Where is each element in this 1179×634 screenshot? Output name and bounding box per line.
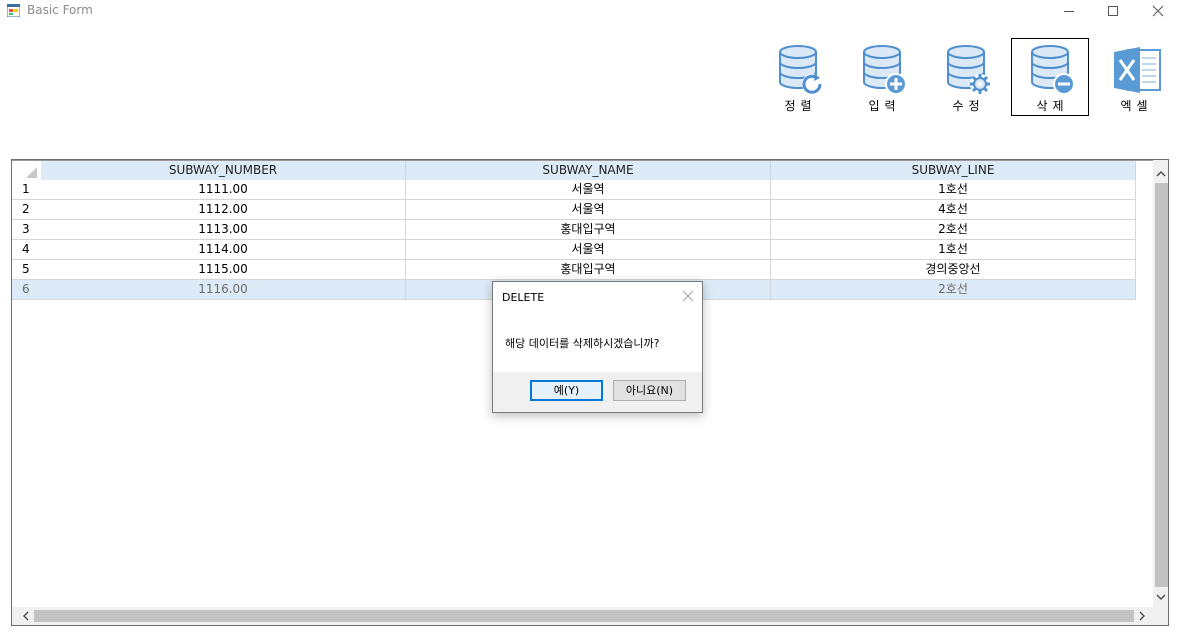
table-row[interactable]: 3 1113.00 홍대입구역 2호선 [12, 220, 1136, 240]
cell-subway-number[interactable]: 1115.00 [41, 260, 406, 280]
row-header[interactable]: 1 [12, 180, 41, 200]
insert-button[interactable]: 입력 [843, 38, 921, 116]
table-row[interactable]: 4 1114.00 서울역 1호선 [12, 240, 1136, 260]
dialog-button-bar: 예(Y) 아니요(N) [493, 372, 702, 412]
vertical-scroll-thumb[interactable] [1155, 183, 1168, 587]
corner-triangle-icon [26, 167, 37, 178]
cell-subway-number[interactable]: 1116.00 [41, 280, 406, 300]
insert-button-label: 입력 [868, 99, 901, 113]
column-header-subway-name[interactable]: SUBWAY_NAME [406, 161, 771, 180]
sort-button[interactable]: 정렬 [759, 38, 837, 116]
table-row[interactable]: 1 1111.00 서울역 1호선 [12, 180, 1136, 200]
cell-subway-number[interactable]: 1114.00 [41, 240, 406, 260]
database-add-icon [863, 45, 907, 95]
cell-subway-line[interactable]: 경의중앙선 [771, 260, 1136, 280]
edit-button[interactable]: 수정 [927, 38, 1005, 116]
column-header-subway-number[interactable]: SUBWAY_NUMBER [41, 161, 406, 180]
database-refresh-icon [779, 45, 822, 94]
window-title: Basic Form [27, 3, 93, 17]
maximize-icon [1108, 6, 1118, 16]
horizontal-scrollbar[interactable] [12, 607, 1153, 625]
close-button[interactable] [1135, 0, 1179, 22]
edit-button-label: 수정 [952, 99, 985, 113]
dialog-close-icon[interactable] [680, 288, 696, 304]
excel-button-label: 엑셀 [1120, 99, 1153, 113]
cell-subway-name[interactable]: 서울역 [406, 180, 771, 200]
vertical-scrollbar[interactable] [1153, 160, 1169, 607]
maximize-button[interactable] [1090, 0, 1136, 22]
row-header[interactable]: 2 [12, 200, 41, 220]
close-icon [1152, 5, 1164, 17]
cell-subway-name[interactable]: 홍대입구역 [406, 260, 771, 280]
database-gear-icon [947, 45, 990, 94]
cell-subway-line[interactable]: 4호선 [771, 200, 1136, 220]
select-all-corner[interactable] [12, 161, 41, 180]
cell-subway-line[interactable]: 2호선 [771, 220, 1136, 240]
scroll-down-icon[interactable] [1153, 589, 1169, 605]
delete-button-label: 삭제 [1036, 99, 1069, 113]
table-row[interactable]: 2 1112.00 서울역 4호선 [12, 200, 1136, 220]
no-button[interactable]: 아니요(N) [613, 380, 686, 401]
form-app-icon [7, 4, 20, 17]
delete-confirm-dialog: DELETE 해당 데이터를 삭제하시겠습니까? 예(Y) 아니요(N) [492, 281, 703, 413]
database-remove-icon [1031, 45, 1075, 95]
row-header[interactable]: 5 [12, 260, 41, 280]
minimize-button[interactable] [1046, 0, 1092, 22]
sort-button-label: 정렬 [784, 99, 817, 113]
table-row[interactable]: 5 1115.00 홍대입구역 경의중앙선 [12, 260, 1136, 280]
cell-subway-number[interactable]: 1112.00 [41, 200, 406, 220]
cell-subway-number[interactable]: 1111.00 [41, 180, 406, 200]
scroll-up-icon[interactable] [1153, 166, 1169, 182]
cell-subway-line[interactable]: 2호선 [771, 280, 1136, 300]
delete-button[interactable]: 삭제 [1011, 38, 1089, 116]
cell-subway-name[interactable]: 서울역 [406, 240, 771, 260]
minimize-icon [1064, 11, 1074, 12]
horizontal-scroll-thumb[interactable] [34, 610, 1134, 622]
cell-subway-line[interactable]: 1호선 [771, 240, 1136, 260]
cell-subway-number[interactable]: 1113.00 [41, 220, 406, 240]
cell-subway-name[interactable]: 서울역 [406, 200, 771, 220]
column-header-subway-line[interactable]: SUBWAY_LINE [771, 161, 1136, 180]
excel-icon [1114, 47, 1161, 93]
dialog-title: DELETE [502, 291, 545, 304]
scroll-right-icon[interactable] [1134, 607, 1150, 625]
title-bar: Basic Form [0, 0, 1179, 22]
yes-button[interactable]: 예(Y) [530, 380, 603, 401]
excel-button[interactable]: 엑셀 [1095, 38, 1173, 116]
dialog-message: 해당 데이터를 삭제하시겠습니까? [505, 337, 660, 350]
row-header[interactable]: 6 [12, 280, 41, 300]
scroll-left-icon[interactable] [18, 607, 34, 625]
row-header[interactable]: 3 [12, 220, 41, 240]
scroll-corner [1153, 607, 1168, 625]
cell-subway-name[interactable]: 홍대입구역 [406, 220, 771, 240]
cell-subway-line[interactable]: 1호선 [771, 180, 1136, 200]
row-header[interactable]: 4 [12, 240, 41, 260]
